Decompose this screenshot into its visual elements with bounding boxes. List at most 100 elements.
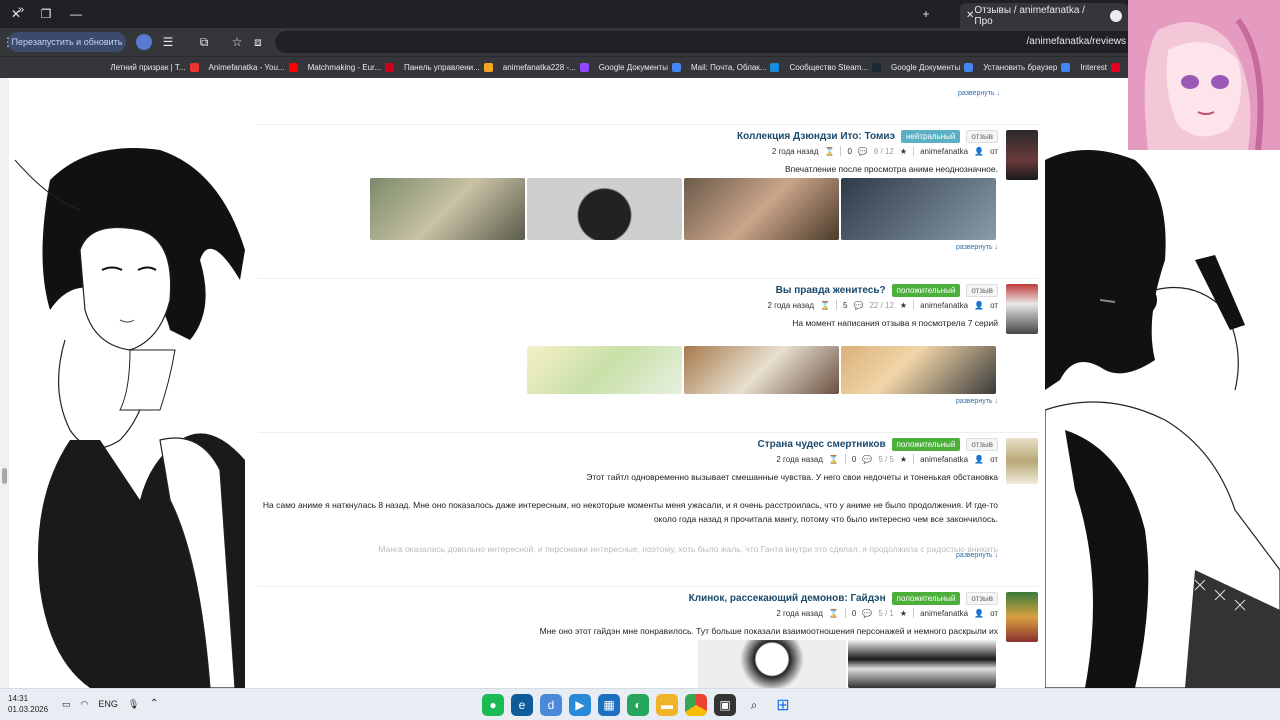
screenshot-image[interactable] [841,346,996,394]
new-tab-icon[interactable]: + [916,4,936,24]
bookmark-item[interactable]: Google Документы [599,63,681,72]
comment-count: 0 [851,454,857,464]
scrollbar-thumb[interactable] [2,468,7,484]
author-link[interactable]: animefanatka [920,147,968,156]
bookmark-item[interactable]: Matchmaking - Eur... [308,63,394,72]
app-icon-blue[interactable]: d [540,694,562,716]
scrollbar[interactable] [0,78,9,688]
screenshot-image[interactable] [684,178,839,240]
screenshot-image[interactable] [841,178,996,240]
bookmark-star-icon[interactable]: ☆ [229,34,245,50]
review-text: На момент написания отзыва я посмотрела … [792,318,998,328]
anime-poster-avatar[interactable] [1006,130,1038,180]
bookmark-item[interactable]: Google Документы [891,63,974,72]
expand-link[interactable]: развернуть ↓ [958,90,1000,97]
screenshot-image[interactable] [370,178,525,240]
edge-icon[interactable]: e [511,694,533,716]
media-player-icon[interactable]: ▶ [569,694,591,716]
user-icon: 👤 [974,300,985,310]
screenshot-image[interactable] [527,178,682,240]
star-icon: ★ [899,300,908,310]
review-divider [258,278,1038,279]
comment-icon: 💬 [862,454,873,464]
bookmarks-bar: Interest Установить браузер Google Докумен… [0,56,1130,78]
system-clock[interactable]: 14:31 01.03.2026 [8,693,48,715]
battery-icon[interactable]: ▭ [62,699,71,710]
author-link[interactable]: animefanatka [920,455,968,464]
rating-badge: положительный [891,592,961,605]
minimize-icon[interactable]: — [66,4,86,24]
task-view-icon[interactable]: ▣ [714,694,736,716]
author-link[interactable]: animefanatka [920,609,968,618]
bookmark-item[interactable]: Панель управлени... [404,63,493,72]
review-score: 5 / 5 [878,454,894,464]
maximize-icon[interactable]: ❐ [36,4,56,24]
bookmark-item[interactable]: animefanatka228 -... [503,63,589,72]
anime-poster-avatar[interactable] [1006,284,1038,334]
review-text-paragraph: На само аниме я наткнулась 8 назад. Мне … [262,500,998,524]
address-text: /animefanatka/reviews [1026,36,1127,47]
review-text: Этот тайтл одновременно вызывает смешанн… [586,472,998,482]
user-icon: 👤 [974,454,985,464]
manga-character-right [1045,150,1280,688]
bookmark-item[interactable]: Interest [1080,63,1120,72]
tab-active[interactable]: ✕ Отзывы / animefanatka / Про [960,3,1128,28]
bookmark-favicon-icon [671,63,681,72]
review-date: 2 года назад [776,454,823,464]
review-title[interactable]: Коллекция Дзюндзи Ито: Томиэ [737,131,895,142]
screenshot-image[interactable] [684,346,839,394]
bookmark-item[interactable]: Сообщество Steam... [789,63,881,72]
microphone-icon[interactable]: 🎙 [128,699,139,710]
comment-icon: 💬 [862,608,873,618]
review-meta: от 👤 animefanatka ★ 5 / 1 💬 0 ⌛ 2 года н… [776,608,998,618]
review-type-tag: отзыв [966,592,998,605]
comment-count: 5 [843,300,848,310]
windows-start-icon[interactable]: ⊞ [772,694,794,716]
clock-time: 14:31 [8,694,29,703]
review-card: отзыв положительный Страна чудес смертни… [258,438,1038,562]
screenshot-image[interactable] [848,640,996,688]
file-explorer-icon[interactable]: ▬ [656,694,678,716]
manga-character-left [14,148,245,688]
bookmark-favicon-icon [483,63,493,72]
bookmark-item[interactable]: Установить браузер [983,63,1071,72]
star-icon: ★ [899,454,908,464]
review-text-faded: Манга оказалась довольно интересной, и п… [378,544,998,554]
install-app-icon[interactable]: ⧈ [250,34,266,50]
bookmark-item[interactable]: Летний призрак | T... [110,63,199,72]
app-icon-teal[interactable]: ◐ [627,694,649,716]
anime-poster-avatar[interactable] [1006,438,1038,484]
browser-toolbar: ⋮ Перезапустить и обновить ☰ ⧉ ☆ ⧈ /anim… [0,28,1130,56]
review-title[interactable]: Страна чудес смертников [757,439,885,450]
store-icon[interactable]: ▦ [598,694,620,716]
tray-overflow-icon[interactable]: ⌃ [150,698,158,709]
bookmark-item[interactable]: Animefanatka - You... [209,63,298,72]
reading-list-icon[interactable]: ☰ [160,34,176,50]
star-icon: ★ [899,608,908,618]
profile-icon[interactable] [136,34,152,50]
tab-close-icon[interactable]: ✕ [966,10,974,21]
review-title[interactable]: Вы правда женитесь? [776,285,886,296]
extensions-icon[interactable]: ⧉ [196,34,212,50]
wifi-icon[interactable]: ◠ [81,699,89,710]
chrome-icon[interactable] [685,694,707,716]
expand-link[interactable]: развернуть ↓ [956,552,998,559]
author-prefix: от [990,608,998,618]
bookmark-item[interactable]: Mail: Почта, Облак... [691,63,780,72]
restart-button[interactable]: Перезапустить и обновить [8,32,126,52]
review-title[interactable]: Клинок, рассекающий демонов: Гайдэн [689,593,886,604]
review-type-tag: отзыв [966,284,998,297]
language-indicator[interactable]: ENG [98,699,118,710]
screenshot-image[interactable] [527,346,682,394]
bookmarks-more-button[interactable]: » [18,4,24,16]
search-icon[interactable]: ⌕ [743,694,765,716]
address-bar[interactable]: /animefanatka/reviews [275,31,1130,53]
expand-link[interactable]: развернуть ↓ [956,244,998,251]
bookmark-label: Matchmaking - Eur... [307,63,381,72]
app-icon-green[interactable]: ● [482,694,504,716]
screenshot-image[interactable] [698,640,846,688]
anime-poster-avatar[interactable] [1006,592,1038,642]
clock-icon: ⌛ [820,300,830,310]
author-link[interactable]: animefanatka [920,301,968,310]
expand-link[interactable]: развернуть ↓ [956,398,998,405]
